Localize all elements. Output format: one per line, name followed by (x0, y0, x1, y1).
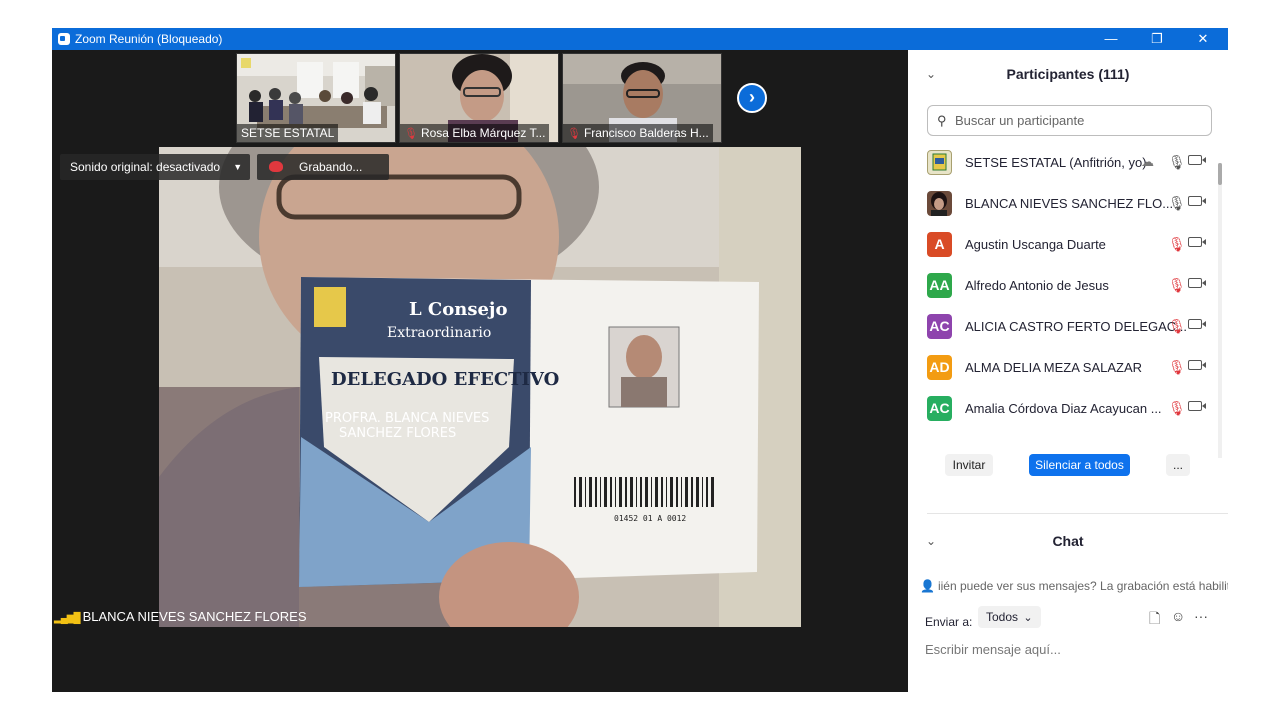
participant-row[interactable]: SETSE ESTATAL (Anfitrión, yo) ☁ 🎙 (908, 142, 1218, 183)
close-button[interactable]: ✕ (1180, 28, 1226, 50)
participant-row[interactable]: AC ALICIA CASTRO FERTO DELEGAC... 🎙 (908, 306, 1218, 347)
thumbnail-setse-estatal[interactable]: SETSE ESTATAL (236, 53, 396, 143)
chat-header: Chat (1052, 533, 1084, 549)
divider (927, 513, 1228, 514)
title-bar: Zoom Reunión (Bloqueado) — ❐ ✕ (52, 28, 1228, 50)
file-icon[interactable]: 🗋 (1149, 608, 1160, 632)
mic-icon[interactable]: 🎙 (1168, 195, 1186, 212)
avatar: A (927, 232, 952, 257)
card-text-line2: Extraordinario (387, 325, 491, 341)
camera-icon[interactable] (1188, 196, 1206, 206)
people-icon: 👤 (920, 579, 935, 593)
participant-row[interactable]: AA Alfredo Antonio de Jesus 🎙 (908, 265, 1218, 306)
participant-name: Amalia Córdova Diaz Acayucan ... (965, 401, 1162, 416)
zoom-logo-icon (58, 33, 70, 45)
restore-button[interactable]: ❐ (1134, 28, 1180, 50)
camera-icon[interactable] (1188, 319, 1206, 329)
more-chat-options-icon[interactable]: ··· (1194, 608, 1208, 624)
participant-list: SETSE ESTATAL (Anfitrión, yo) ☁ 🎙 BLANCA… (908, 142, 1218, 435)
participant-scrollbar[interactable] (1218, 163, 1222, 458)
chat-visibility-notice: 👤 iién puede ver sus mensajes? La grabaci… (920, 579, 1228, 593)
active-speaker-name: ▂▄▆█ BLANCA NIEVES SANCHEZ FLORES (54, 609, 307, 624)
camera-icon[interactable] (1188, 155, 1206, 165)
participant-row[interactable]: BLANCA NIEVES SANCHEZ FLO... 🎙 (908, 183, 1218, 224)
avatar: AC (927, 314, 952, 339)
next-page-button[interactable]: › (737, 83, 767, 113)
card-text-line3: DELEGADO EFECTIVO (331, 369, 559, 390)
video-area: SETSE ESTATAL 🎙 Rosa Elba Márquez T... 🎙… (52, 50, 908, 692)
camera-icon[interactable] (1188, 360, 1206, 370)
recipient-dropdown[interactable]: Todos ⌄ (978, 606, 1041, 628)
participant-name: ALMA DELIA MEZA SALAZAR (965, 360, 1143, 375)
participant-row[interactable] (908, 429, 1218, 435)
speaker-video-image: L Consejo Extraordinario DELEGADO EFECTI… (159, 147, 801, 627)
chat-message-input[interactable]: Escribir mensaje aquí... (925, 642, 1215, 657)
participants-header: Participantes (111) (1006, 66, 1130, 82)
card-code: 01452 01 A 0012 (614, 514, 686, 523)
avatar: AD (927, 355, 952, 380)
emoji-icon[interactable]: ☺ (1171, 608, 1185, 624)
muted-mic-icon[interactable]: 🎙 (1168, 359, 1186, 376)
recording-indicator[interactable]: Grabando... (257, 154, 389, 180)
muted-mic-icon[interactable]: 🎙 (1168, 277, 1186, 294)
thumbnail-rosa-elba[interactable]: 🎙 Rosa Elba Márquez T... (399, 53, 559, 143)
avatar: AA (927, 273, 952, 298)
window-title: Zoom Reunión (Bloqueado) (75, 32, 223, 46)
send-to-label: Enviar a: (925, 615, 973, 629)
camera-icon[interactable] (1188, 401, 1206, 411)
participant-scrollbar-thumb[interactable] (1218, 163, 1222, 185)
thumbnail-strip: SETSE ESTATAL 🎙 Rosa Elba Márquez T... 🎙… (52, 50, 908, 146)
card-text-line5: SANCHEZ FLORES (339, 426, 456, 441)
mute-all-button[interactable]: Silenciar a todos (1029, 454, 1130, 476)
mic-icon[interactable]: 🎙 (1168, 154, 1186, 171)
participant-name: Alfredo Antonio de Jesus (965, 278, 1109, 293)
participant-name: SETSE ESTATAL (Anfitrión, yo) (965, 155, 1147, 170)
more-options-button[interactable]: ... (1166, 454, 1190, 476)
cloud-recording-icon (269, 161, 283, 172)
muted-mic-icon: 🎙 (404, 128, 418, 140)
original-sound-dropdown[interactable]: Sonido original: desactivado ▼ (60, 154, 251, 180)
search-icon: ⚲ (937, 113, 947, 128)
muted-mic-icon[interactable]: 🎙 (1168, 236, 1186, 253)
thumbnail-name: SETSE ESTATAL (237, 124, 339, 142)
participant-name: BLANCA NIEVES SANCHEZ FLO... (965, 196, 1174, 211)
recording-label: Grabando... (299, 160, 363, 174)
avatar (927, 191, 952, 216)
invite-button[interactable]: Invitar (945, 454, 993, 476)
original-sound-label: Sonido original: desactivado (70, 160, 221, 174)
thumbnail-francisco[interactable]: 🎙 Francisco Balderas H... (562, 53, 722, 143)
participant-name: ALICIA CASTRO FERTO DELEGAC... (965, 319, 1188, 334)
camera-icon[interactable] (1188, 237, 1206, 247)
card-text-line4: PROFRA. BLANCA NIEVES (325, 411, 489, 426)
dropdown-arrow-icon: ▼ (233, 162, 243, 172)
muted-mic-icon[interactable]: 🎙 (1168, 400, 1186, 417)
participant-search-input[interactable]: ⚲ Buscar un participante (927, 105, 1212, 136)
thumbnail-name: 🎙 Francisco Balderas H... (563, 124, 713, 142)
muted-mic-icon[interactable]: 🎙 (1168, 318, 1186, 335)
camera-icon[interactable] (1188, 278, 1206, 288)
signal-bars-icon: ▂▄▆█ (54, 613, 81, 624)
cloud-recording-icon: ☁ (1141, 154, 1154, 169)
chevron-down-icon: ⌄ (1023, 612, 1033, 624)
participant-row[interactable]: AD ALMA DELIA MEZA SALAZAR 🎙 (908, 347, 1218, 388)
avatar: AC (927, 396, 952, 421)
participant-row[interactable]: A Agustin Uscanga Duarte 🎙 (908, 224, 1218, 265)
side-panel: ⌄ Participantes (111) ⚲ Buscar un partic… (908, 50, 1228, 692)
active-speaker-video: L Consejo Extraordinario DELEGADO EFECTI… (159, 147, 801, 627)
card-text-line1: L Consejo (409, 299, 507, 320)
minimize-button[interactable]: — (1088, 28, 1134, 50)
zoom-window: Zoom Reunión (Bloqueado) — ❐ ✕ SETSE EST… (52, 28, 1228, 692)
participant-row[interactable]: AC Amalia Córdova Diaz Acayucan ... 🎙 (908, 388, 1218, 429)
participant-name: Agustin Uscanga Duarte (965, 237, 1106, 252)
muted-mic-icon: 🎙 (567, 128, 581, 140)
avatar (927, 150, 952, 175)
thumbnail-name: 🎙 Rosa Elba Márquez T... (400, 124, 550, 142)
